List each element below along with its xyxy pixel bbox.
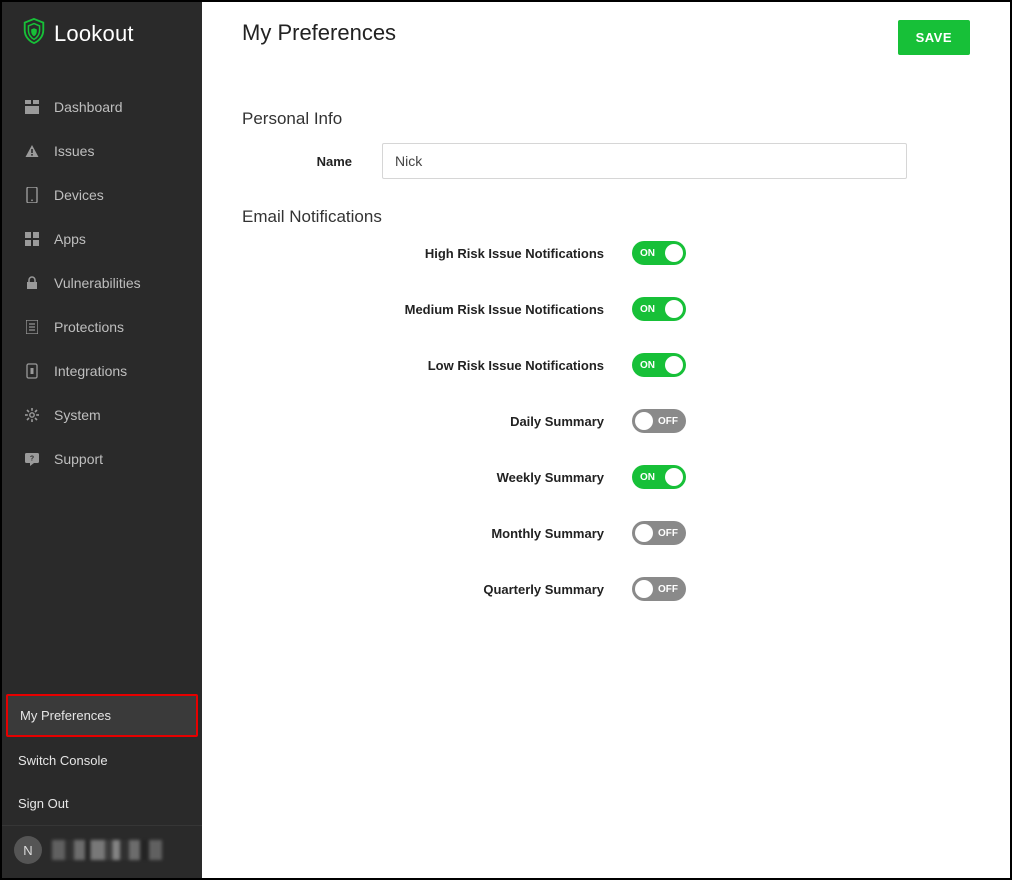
apps-icon <box>24 232 40 246</box>
warning-icon <box>24 144 40 158</box>
toggle-text: OFF <box>658 528 678 539</box>
notification-row: Low Risk Issue Notifications ON <box>242 353 970 377</box>
save-button[interactable]: SAVE <box>898 20 970 55</box>
sidebar-item-label: Devices <box>54 187 104 203</box>
toggle-off[interactable]: OFF <box>632 521 686 545</box>
notification-row: Monthly Summary OFF <box>242 521 970 545</box>
toggle-knob <box>635 580 653 598</box>
sidebar-item-support[interactable]: ? Support <box>2 437 202 481</box>
notification-row: Quarterly Summary OFF <box>242 577 970 601</box>
sidebar-item-my-preferences[interactable]: My Preferences <box>6 694 198 737</box>
sidebar-item-switch-console[interactable]: Switch Console <box>2 739 202 782</box>
toggle-knob <box>635 524 653 542</box>
notification-row: Medium Risk Issue Notifications ON <box>242 297 970 321</box>
support-icon: ? <box>24 452 40 466</box>
sidebar-item-vulnerabilities[interactable]: Vulnerabilities <box>2 261 202 305</box>
device-icon <box>24 187 40 203</box>
sidebar-item-label: Apps <box>54 231 86 247</box>
name-input[interactable] <box>382 143 907 179</box>
lookout-logo-icon <box>22 18 46 49</box>
nav-main: Dashboard Issues Devices Apps Vulnerabil… <box>2 85 202 481</box>
notification-row: Weekly Summary ON <box>242 465 970 489</box>
toggle-text: ON <box>640 360 655 371</box>
notification-label: High Risk Issue Notifications <box>242 246 632 261</box>
lock-icon <box>24 276 40 290</box>
dashboard-icon <box>24 100 40 114</box>
list-icon <box>24 320 40 334</box>
sidebar-item-label: Protections <box>54 319 124 335</box>
toggle-knob <box>665 356 683 374</box>
name-label: Name <box>242 154 382 169</box>
gear-icon <box>24 408 40 422</box>
notification-label: Quarterly Summary <box>242 582 632 597</box>
notification-label: Daily Summary <box>242 414 632 429</box>
sidebar-item-protections[interactable]: Protections <box>2 305 202 349</box>
sidebar-item-label: Switch Console <box>18 753 108 768</box>
sidebar: Lookout Dashboard Issues Devices Apps <box>2 2 202 878</box>
sidebar-item-integrations[interactable]: Integrations <box>2 349 202 393</box>
sidebar-item-label: Vulnerabilities <box>54 275 141 291</box>
sidebar-bottom: My Preferences Switch Console Sign Out N <box>2 692 202 878</box>
toggle-on[interactable]: ON <box>632 465 686 489</box>
toggle-knob <box>665 300 683 318</box>
sidebar-item-issues[interactable]: Issues <box>2 129 202 173</box>
sidebar-item-system[interactable]: System <box>2 393 202 437</box>
sidebar-item-label: Sign Out <box>18 796 69 811</box>
name-row: Name <box>242 143 970 179</box>
toggle-text: ON <box>640 472 655 483</box>
sidebar-item-dashboard[interactable]: Dashboard <box>2 85 202 129</box>
notification-row: High Risk Issue Notifications ON <box>242 241 970 265</box>
toggle-text: ON <box>640 248 655 259</box>
toggle-on[interactable]: ON <box>632 241 686 265</box>
toggle-knob <box>665 468 683 486</box>
notification-list: High Risk Issue NotificationsONMedium Ri… <box>242 241 970 601</box>
brand-name: Lookout <box>54 21 134 47</box>
section-title-email-notifications: Email Notifications <box>242 207 970 227</box>
sidebar-item-apps[interactable]: Apps <box>2 217 202 261</box>
toggle-off[interactable]: OFF <box>632 409 686 433</box>
integrations-icon <box>24 363 40 379</box>
toggle-text: OFF <box>658 584 678 595</box>
page-title: My Preferences <box>242 20 396 46</box>
user-name-redacted <box>52 840 162 860</box>
sidebar-item-label: Issues <box>54 143 94 159</box>
toggle-on[interactable]: ON <box>632 353 686 377</box>
sidebar-item-devices[interactable]: Devices <box>2 173 202 217</box>
section-title-personal-info: Personal Info <box>242 109 970 129</box>
sidebar-item-label: My Preferences <box>20 708 111 723</box>
toggle-text: OFF <box>658 416 678 427</box>
sidebar-item-label: Integrations <box>54 363 127 379</box>
toggle-on[interactable]: ON <box>632 297 686 321</box>
notification-label: Monthly Summary <box>242 526 632 541</box>
brand: Lookout <box>2 2 202 67</box>
sidebar-item-sign-out[interactable]: Sign Out <box>2 782 202 825</box>
sidebar-item-label: Dashboard <box>54 99 123 115</box>
sidebar-item-label: System <box>54 407 101 423</box>
toggle-off[interactable]: OFF <box>632 577 686 601</box>
main-content: My Preferences SAVE Personal Info Name E… <box>202 2 1010 878</box>
notification-label: Medium Risk Issue Notifications <box>242 302 632 317</box>
avatar: N <box>14 836 42 864</box>
notification-row: Daily Summary OFF <box>242 409 970 433</box>
toggle-text: ON <box>640 304 655 315</box>
user-bar[interactable]: N <box>2 825 202 878</box>
sidebar-item-label: Support <box>54 451 103 467</box>
notification-label: Low Risk Issue Notifications <box>242 358 632 373</box>
toggle-knob <box>635 412 653 430</box>
svg-text:?: ? <box>30 456 34 463</box>
toggle-knob <box>665 244 683 262</box>
notification-label: Weekly Summary <box>242 470 632 485</box>
